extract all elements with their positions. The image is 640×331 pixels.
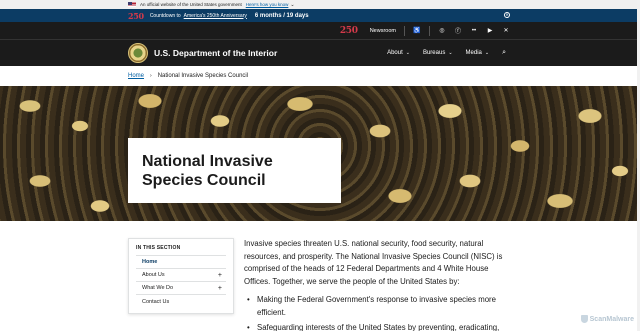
doi-seal-logo[interactable] [128,43,148,63]
countdown-prefix: Countdown to [149,12,181,19]
main-header: U.S. Department of the Interior About ⌄ B… [0,39,640,66]
how-you-know-link[interactable]: Here's how you know [246,2,289,7]
sidenav-heading: IN THIS SECTION [136,245,226,256]
newsroom-link[interactable]: Newsroom [370,28,396,34]
facebook-icon[interactable]: ⓕ [454,27,462,35]
nav-media[interactable]: Media ⌄ [466,50,490,56]
sidenav-item-home[interactable]: Home [136,256,226,269]
logo-250: 250 [128,10,144,21]
shield-icon [580,315,588,323]
search-icon[interactable]: ⌕ [502,49,506,57]
bullet-list: Making the Federal Government's response… [244,294,504,331]
chevron-down-icon: ⌄ [484,50,490,56]
breadcrumb-current: National Invasive Species Council [157,73,249,79]
instagram-icon[interactable]: ◎ [438,27,446,35]
close-icon[interactable]: ✕ [504,12,510,18]
gov-banner: An official website of the United States… [0,0,640,9]
side-navigation: IN THIS SECTION Home About Us + What We D… [128,238,234,314]
sidenav-item-what-we-do[interactable]: What We Do + [136,282,226,295]
chevron-down-icon[interactable]: ⌄ [290,2,294,8]
sidenav-item-about-us[interactable]: About Us + [136,269,226,282]
logo-250-utility[interactable]: 250 [340,26,358,36]
divider [404,25,405,36]
chevron-right-icon: › [150,73,152,79]
nav-bureaus[interactable]: Bureaus ⌄ [423,50,453,56]
primary-nav: About ⌄ Bureaus ⌄ Media ⌄ ⌕ [387,49,506,57]
intro-paragraph: Invasive species threaten U.S. national … [244,239,503,286]
page-title: National Invasive Species Council [142,153,273,189]
watermark: ScanMalware [580,315,634,323]
us-flag-icon [128,2,136,7]
chevron-down-icon: ⌄ [448,50,453,56]
breadcrumb: Home › National Invasive Species Council [0,66,640,86]
plus-icon[interactable]: + [218,285,222,292]
countdown-time: 6 months / 19 days [254,12,309,19]
main-content: IN THIS SECTION Home About Us + What We D… [0,221,640,331]
anniversary-link[interactable]: America's 250th Anniversary [184,13,247,19]
utility-bar: 250 Newsroom ♿ ◎ ⓕ •• ▶ ✕ [0,22,640,39]
sidenav-item-contact-us[interactable]: Contact Us [136,295,226,308]
list-item: Safeguarding interests of the United Sta… [244,322,504,331]
countdown-banner: 250 Countdown to America's 250th Anniver… [0,9,640,22]
hero-card: National Invasive Species Council [128,138,341,203]
breadcrumb-home[interactable]: Home [128,73,144,79]
hero-banner: National Invasive Species Council [0,86,640,221]
body-text: Invasive species threaten U.S. national … [244,238,504,331]
nav-about[interactable]: About ⌄ [387,50,410,56]
site-title[interactable]: U.S. Department of the Interior [154,48,277,58]
gov-banner-text: An official website of the United States… [140,2,242,7]
divider [429,25,430,36]
plus-icon[interactable]: + [218,272,222,279]
x-icon[interactable]: ✕ [502,27,510,35]
youtube-icon[interactable]: ▶ [486,27,494,35]
flickr-icon[interactable]: •• [470,27,478,35]
accessibility-icon[interactable]: ♿ [413,27,421,35]
chevron-down-icon: ⌄ [405,50,410,56]
list-item: Making the Federal Government's response… [244,294,504,319]
